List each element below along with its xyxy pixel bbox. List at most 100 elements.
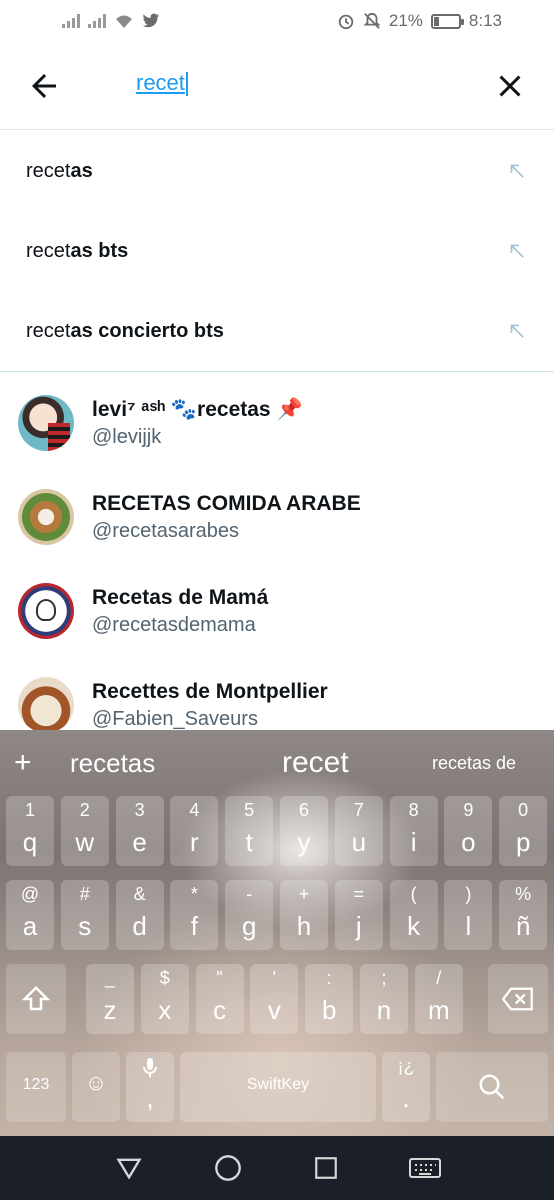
search-query-text: recet [136,70,185,95]
muted-bell-icon [363,12,381,29]
letter-key[interactable]: " c [195,964,244,1034]
letter-key[interactable]: 2w [60,796,109,866]
letter-key[interactable]: 0p [499,796,548,866]
text-caret [185,72,188,97]
user-results: levi⁷ ᵃˢʰ 🐾recetas 📌 @levijjk RECETAS CO… [0,376,554,752]
swiftkey-keyboard: + recetas recet recetas de 1q2w3e4r5t6y7… [0,730,554,1136]
numbers-key[interactable]: 123 [6,1052,66,1122]
nav-back-button[interactable] [113,1152,145,1184]
close-icon [499,75,521,97]
square-recents-icon [315,1157,338,1179]
suggestion-item[interactable]: recetas concierto bts [0,291,554,371]
search-key[interactable] [436,1052,548,1122]
clear-search-button[interactable] [492,68,528,104]
letter-key[interactable]: ; n [360,964,408,1034]
key-row-1: 1q2w3e4r5t6y7u8i9o0p [0,796,554,880]
user-display-name: Recettes de Montpellier [92,679,328,703]
avatar [18,395,74,451]
status-bar: 21% 8:13 [0,0,554,42]
letter-key[interactable]: 5t [225,796,274,866]
letter-key[interactable]: -g [225,880,274,950]
user-result-row[interactable]: levi⁷ ᵃˢʰ 🐾recetas 📌 @levijjk [0,376,554,470]
letter-key[interactable]: / m [414,964,463,1034]
avatar [18,583,74,639]
keyboard-icon [408,1158,441,1178]
nav-home-button[interactable] [212,1152,244,1184]
back-button[interactable] [26,68,62,104]
comma-key[interactable]: , [126,1052,174,1122]
period-key[interactable]: ¡¿. [382,1052,430,1122]
suggestion-text: recetas bts [26,239,129,262]
clock: 8:13 [468,11,502,30]
avatar [18,489,74,545]
letter-key[interactable]: % ñ [499,880,548,950]
letter-key[interactable]: 3e [115,796,164,866]
letter-key[interactable]: @ a [6,880,54,950]
microphone-icon [143,1058,157,1077]
keyboard-suggestion[interactable]: recetas [70,748,210,779]
battery-percent: 21% [388,11,423,30]
status-icons-right: 21% 8:13 [337,11,502,31]
keyboard-suggestion[interactable]: recetas de [432,753,516,774]
fill-query-arrow-icon[interactable] [506,320,528,342]
status-icons-left [62,13,160,29]
suggestion-item[interactable]: recetas bts [0,211,554,291]
system-nav-bar [0,1136,554,1200]
back-arrow-icon [32,74,56,98]
letter-key[interactable]: _ z [86,964,134,1034]
toolbar-plus-icon[interactable]: + [14,746,44,780]
triangle-back-icon [116,1158,142,1180]
user-display-name: levi⁷ ᵃˢʰ 🐾recetas 📌 [92,397,303,421]
user-handle: @recetasdemama [92,613,256,636]
swiftkey-logo: SwiftKey [246,1076,310,1093]
letter-key[interactable]: :b [305,964,354,1034]
user-handle: @recetasarabes [92,519,240,542]
search-header: recet [0,42,554,130]
letter-key[interactable]: 4r [170,796,219,866]
user-display-name: Recetas de Mamá [92,585,269,609]
search-icon [479,1074,505,1100]
user-display-name: RECETAS COMIDA ARABE [92,491,361,515]
key-row-bottom: 123 ☺ , SwiftKey ¡¿. [0,1052,554,1136]
letter-key[interactable]: = j [334,880,383,950]
letter-key[interactable]: & d [115,880,164,950]
letter-key[interactable]: + h [280,880,328,950]
letter-key[interactable]: # s [60,880,109,950]
signal-icon [88,14,106,28]
wifi-icon [116,15,132,28]
emoji-key[interactable]: ☺ [72,1052,120,1122]
fill-query-arrow-icon[interactable] [506,160,528,182]
shift-arrow-icon [21,985,51,1011]
shift-key[interactable] [6,964,66,1034]
letter-key[interactable]: 1q [6,796,54,866]
user-result-row[interactable]: Recetas de Mamá @recetasdemama [0,564,554,658]
key-row-3: _ z $ x " c ' v: b; n / m [0,964,554,1048]
alarm-icon [338,14,354,30]
suggestion-item[interactable]: recetas [0,131,554,211]
keyboard-suggestion[interactable]: recet [282,746,422,780]
letter-key[interactable]: ' v [250,964,299,1034]
avatar [18,677,74,733]
space-key[interactable]: SwiftKey [180,1052,376,1122]
key-row-2: @ a # s & d * f - g + h = j(k) l% ñ [0,880,554,964]
letter-key[interactable]: 6y [280,796,328,866]
nav-recents-button[interactable] [310,1152,342,1184]
user-result-row[interactable]: RECETAS COMIDA ARABE @recetasarabes [0,470,554,564]
user-handle: @levijjk [92,425,162,448]
signal-icon [62,14,80,28]
battery-icon [430,13,464,29]
fill-query-arrow-icon[interactable] [506,240,528,262]
letter-key[interactable]: $ x [140,964,189,1034]
letter-key[interactable]: 9o [444,796,493,866]
letter-key[interactable]: 7u [334,796,383,866]
suggestion-text: recetas [26,159,93,182]
nav-keyboard-button[interactable] [408,1152,441,1184]
backspace-key[interactable] [488,964,548,1034]
user-handle: @Fabien_Saveurs [92,707,258,730]
letter-key[interactable]: (k [389,880,438,950]
letter-key[interactable]: ) l [444,880,493,950]
letter-key[interactable]: * f [170,880,219,950]
letter-key[interactable]: 8i [389,796,438,866]
twitter-bird-icon [142,13,160,28]
search-input[interactable]: recet [136,70,456,97]
